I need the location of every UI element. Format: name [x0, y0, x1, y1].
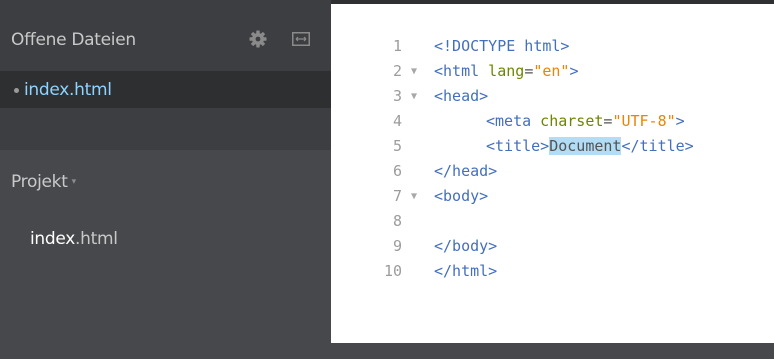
code-line: 7 ▼ <body> — [331, 184, 774, 209]
code-line: 5 <title>Document</title> — [331, 134, 774, 159]
tree-file-basename: index — [30, 229, 76, 249]
fold-arrow-icon[interactable]: ▼ — [411, 84, 417, 109]
code-line: 10 </html> — [331, 259, 774, 284]
line-number: 4 — [392, 112, 402, 130]
line-number: 1 — [392, 37, 402, 55]
code-line: 4 <meta charset="UTF-8"> — [331, 109, 774, 134]
line-code: <meta charset="UTF-8"> — [486, 112, 685, 130]
line-code: <html lang="en"> — [434, 62, 579, 80]
code-line: 8 — [331, 209, 774, 234]
text-selection: Document — [549, 137, 622, 155]
project-dropdown[interactable]: Projekt ▾ — [11, 172, 76, 192]
working-file-name: index.html — [24, 80, 112, 100]
line-number: 7 — [392, 187, 402, 205]
code-line: 9 </body> — [331, 234, 774, 259]
editor-top-border — [331, 0, 774, 4]
line-number: 3 — [392, 87, 402, 105]
fold-arrow-icon[interactable]: ▼ — [411, 59, 417, 84]
line-code: <body> — [434, 187, 489, 205]
gear-icon[interactable] — [248, 29, 268, 49]
line-code: <head> — [434, 87, 489, 105]
line-code: </html> — [434, 262, 498, 280]
fold-arrow-icon[interactable]: ▼ — [411, 184, 417, 209]
line-number: 9 — [392, 237, 402, 255]
line-number: 8 — [392, 212, 402, 230]
working-file-index-html[interactable]: index.html — [0, 71, 331, 108]
line-number: 2 — [392, 62, 402, 80]
project-tree-file[interactable]: index.html — [30, 229, 118, 249]
line-number: 10 — [383, 262, 402, 280]
working-files-spacer — [0, 108, 331, 150]
line-code: </head> — [434, 162, 498, 180]
line-number: 6 — [392, 162, 402, 180]
code-editor[interactable]: 1 <!DOCTYPE html> 2 ▼ <html lang="en"> 3… — [331, 0, 774, 343]
tree-file-extension: .html — [75, 229, 118, 249]
code-line: 2 ▼ <html lang="en"> — [331, 59, 774, 84]
code-line: 6 </head> — [331, 159, 774, 184]
project-title: Projekt — [11, 172, 68, 192]
open-files-title: Offene Dateien — [11, 30, 136, 50]
line-number: 5 — [392, 137, 402, 155]
line-code: <title>Document</title> — [486, 137, 694, 155]
chevron-down-icon: ▾ — [71, 177, 77, 187]
sidebar: Offene Dateien index.html Projekt ▾ inde… — [0, 0, 331, 343]
split-view-icon[interactable] — [292, 32, 310, 46]
line-code: <!DOCTYPE html> — [434, 37, 570, 55]
code-line: 1 <!DOCTYPE html> — [331, 34, 774, 59]
open-files-header: Offene Dateien — [0, 0, 331, 71]
code-line: 3 ▼ <head> — [331, 84, 774, 109]
line-code: </body> — [434, 237, 498, 255]
file-status-dot — [14, 88, 19, 93]
